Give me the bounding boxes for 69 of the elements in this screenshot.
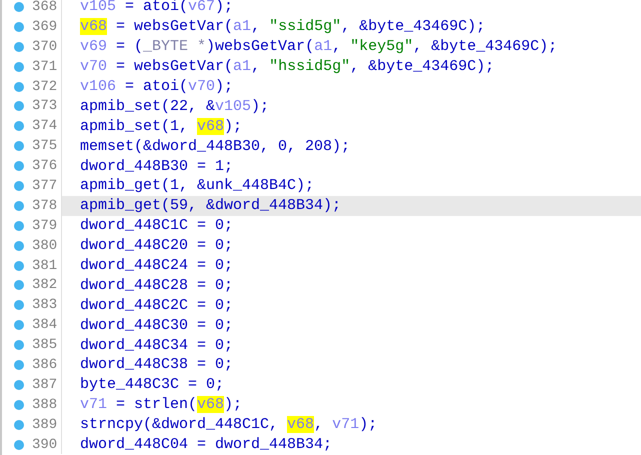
code-line: v69 = (_BYTE *)websGetVar(a1, "key5g", &byte_43469C); bbox=[80, 39, 558, 54]
code-line: v106 = atoi(v70); bbox=[80, 79, 234, 94]
line-number: 380 bbox=[32, 238, 58, 253]
code-line: dword_448C2C = 0; bbox=[80, 298, 234, 313]
code-line: dword_448C28 = 0; bbox=[80, 278, 234, 293]
code-line: dword_448C1C = 0; bbox=[80, 218, 234, 234]
code-row[interactable]: 381 dword_448C24 = 0; bbox=[2, 256, 641, 276]
line-number: 387 bbox=[32, 378, 58, 392]
line-number: 382 bbox=[32, 278, 58, 292]
line-number: 369 bbox=[32, 20, 58, 34]
code-row[interactable]: 388 v71 = strlen(v68); bbox=[2, 394, 641, 415]
code-row[interactable]: 383 dword_448C2C = 0; bbox=[2, 295, 641, 316]
line-number: 372 bbox=[32, 80, 58, 94]
code-line: strncpy(&dword_448C1C, v68, v71); bbox=[80, 417, 378, 432]
code-row[interactable]: 379 dword_448C1C = 0; bbox=[2, 216, 641, 236]
code-line: v71 = strlen(v68); bbox=[80, 397, 242, 412]
code-row[interactable]: 369 v68 = websGetVar(a1, "ssid5g", &byte_43469C); bbox=[2, 16, 641, 37]
code-line: dword_448B30 = 1; bbox=[80, 158, 234, 174]
code-row[interactable]: 385 dword_448C34 = 0; bbox=[2, 335, 641, 356]
line-number: 374 bbox=[32, 119, 58, 134]
line-number: 368 bbox=[32, 0, 58, 14]
code-row[interactable]: 378 apmib_get(59, &dword_448B34); bbox=[2, 196, 641, 216]
code-row[interactable]: 376 dword_448B30 = 1; bbox=[2, 156, 641, 176]
code-row[interactable]: 375 memset(&dword_448B30, 0, 208); bbox=[2, 136, 641, 156]
code-row[interactable]: 390 dword_448C04 = dword_448B34; bbox=[2, 434, 641, 454]
code-line: v70 = websGetVar(a1, "hssid5g", &byte_43469C); bbox=[80, 59, 494, 74]
line-number: 379 bbox=[32, 218, 58, 233]
line-number: 383 bbox=[32, 298, 58, 312]
code-row[interactable]: 374 apmib_set(1, v68); bbox=[2, 116, 641, 136]
line-number: 386 bbox=[32, 358, 58, 372]
code-line: memset(&dword_448B30, 0, 208); bbox=[80, 138, 350, 154]
line-number: 373 bbox=[32, 99, 58, 114]
code-line: dword_448C20 = 0; bbox=[80, 238, 234, 254]
line-number: 378 bbox=[32, 198, 58, 213]
line-number: 371 bbox=[32, 60, 58, 74]
code-line: dword_448C38 = 0; bbox=[80, 357, 234, 372]
line-number: 385 bbox=[32, 338, 58, 352]
code-row[interactable]: 373 apmib_set(22, &v105); bbox=[2, 96, 641, 116]
code-line: v105 = atoi(v67); bbox=[80, 0, 234, 14]
code-row[interactable]: 371 v70 = websGetVar(a1, "hssid5g", &byte_43469C); bbox=[2, 56, 641, 77]
code-row[interactable]: 382 dword_448C28 = 0; bbox=[2, 275, 641, 296]
line-number: 389 bbox=[32, 418, 58, 432]
line-number: 370 bbox=[32, 40, 58, 54]
code-row[interactable]: 377 apmib_get(1, &unk_448B4C); bbox=[2, 176, 641, 196]
code-line: apmib_set(22, &v105); bbox=[80, 98, 270, 114]
code-line: apmib_get(1, &unk_448B4C); bbox=[80, 178, 314, 194]
code-row[interactable]: 370 v69 = (_BYTE *)websGetVar(a1, "key5g", &byte_43469C); bbox=[2, 36, 641, 57]
code-row[interactable]: 389 strncpy(&dword_448C1C, v68, v71); bbox=[2, 414, 641, 435]
code-row[interactable]: 384 dword_448C30 = 0; bbox=[2, 315, 641, 336]
code-row[interactable]: 372 v106 = atoi(v70); bbox=[2, 76, 641, 96]
code-line: v68 = websGetVar(a1, "ssid5g", &byte_43469C); bbox=[80, 19, 486, 34]
line-number: 390 bbox=[32, 438, 58, 452]
line-number: 376 bbox=[32, 159, 58, 174]
code-line: dword_448C04 = dword_448B34; bbox=[80, 437, 332, 452]
code-row[interactable]: 380 dword_448C20 = 0; bbox=[2, 236, 641, 256]
code-row[interactable]: 386 dword_448C38 = 0; bbox=[2, 355, 641, 375]
code-line: apmib_set(1, v68); bbox=[80, 118, 242, 134]
code-row[interactable]: 387 byte_448C3C = 0; bbox=[2, 374, 641, 395]
code-line: apmib_get(59, &dword_448B34); bbox=[80, 198, 342, 214]
code-row[interactable]: 368 v105 = atoi(v67); bbox=[2, 0, 641, 17]
code-line: dword_448C30 = 0; bbox=[80, 318, 234, 333]
code-line: dword_448C34 = 0; bbox=[80, 338, 234, 353]
line-number: 384 bbox=[32, 318, 58, 332]
line-number: 388 bbox=[32, 398, 58, 412]
code-line: byte_448C3C = 0; bbox=[80, 377, 224, 392]
line-number: 381 bbox=[32, 258, 58, 273]
line-number: 377 bbox=[32, 178, 58, 193]
code-line: dword_448C24 = 0; bbox=[80, 258, 234, 274]
line-number: 375 bbox=[32, 139, 58, 154]
